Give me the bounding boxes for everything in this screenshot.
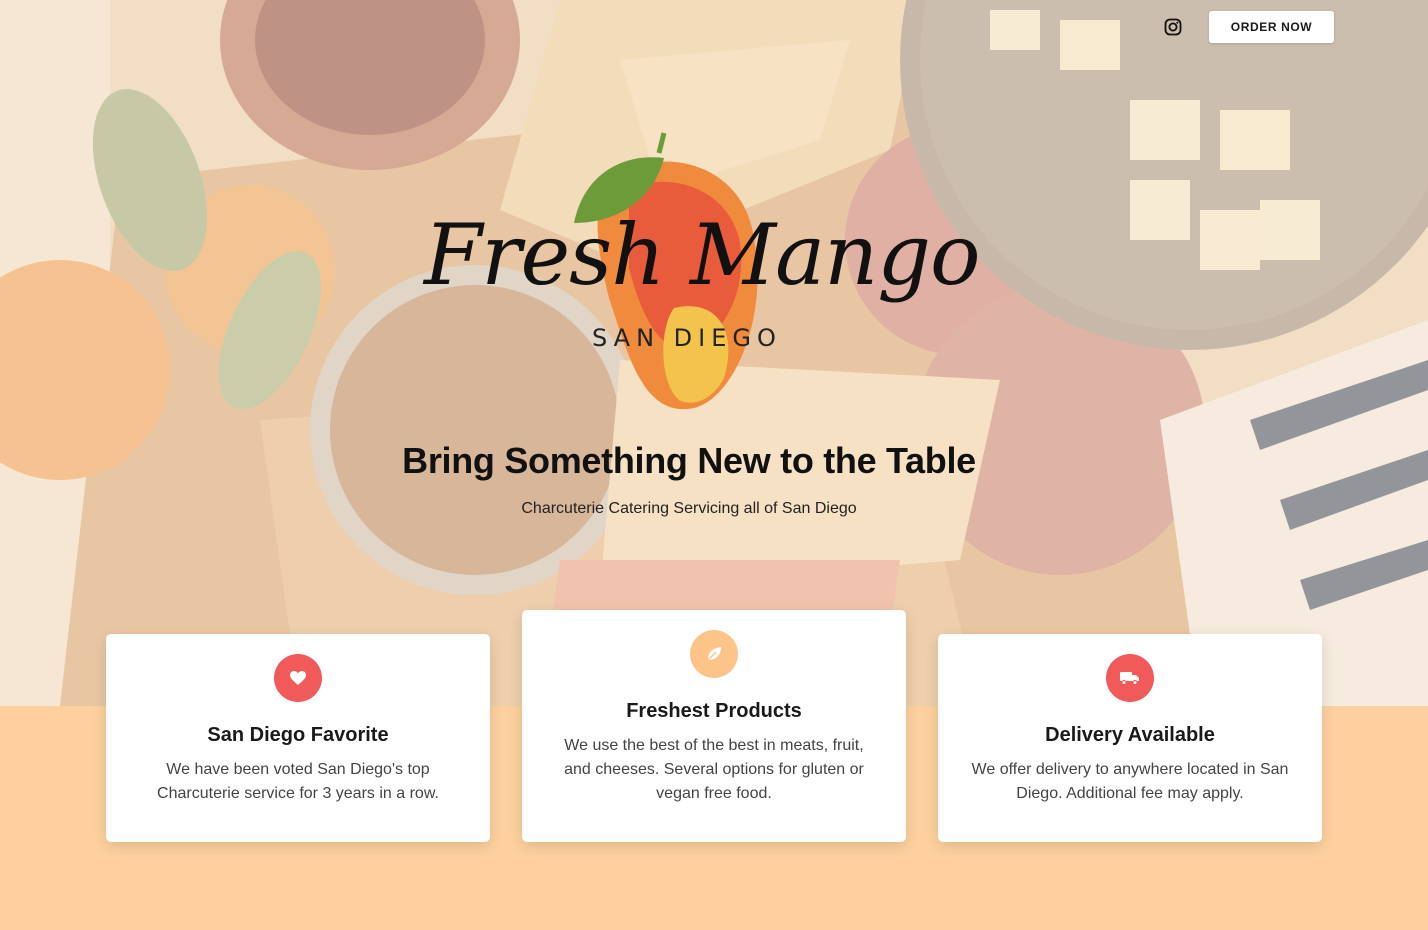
feature-card-delivery: Delivery Available We offer delivery to … <box>938 634 1322 842</box>
feature-text: We have been voted San Diego's top Charc… <box>157 761 439 802</box>
top-bar: ORDER NOW <box>1159 11 1334 43</box>
feature-card-fresh: Freshest Products We use the best of the… <box>522 610 906 842</box>
hero-subheadline: Charcuterie Catering Servicing all of Sa… <box>521 500 857 517</box>
truck-icon <box>1106 654 1154 702</box>
leaf-icon <box>690 630 738 678</box>
feature-text: We offer delivery to anywhere located in… <box>971 761 1289 802</box>
heart-icon <box>274 654 322 702</box>
logo-subtitle: SAN DIEGO <box>592 324 782 352</box>
feature-title: Freshest Products <box>626 700 802 722</box>
hero-headline: Bring Something New to the Table <box>402 440 976 481</box>
order-now-button[interactable]: ORDER NOW <box>1209 11 1334 43</box>
feature-title: San Diego Favorite <box>207 724 389 746</box>
feature-title: Delivery Available <box>1045 724 1215 746</box>
feature-text: We use the best of the best in meats, fr… <box>564 737 864 802</box>
hero-section: ORDER NOW Fresh Mango SAN DIEGO Bring So… <box>0 0 1428 706</box>
feature-card-favorite: San Diego Favorite We have been voted Sa… <box>106 634 490 842</box>
fresh-mango-logo: Fresh Mango SAN DIEGO <box>424 128 981 412</box>
instagram-icon[interactable] <box>1159 13 1187 41</box>
logo-title: Fresh Mango <box>424 206 981 304</box>
